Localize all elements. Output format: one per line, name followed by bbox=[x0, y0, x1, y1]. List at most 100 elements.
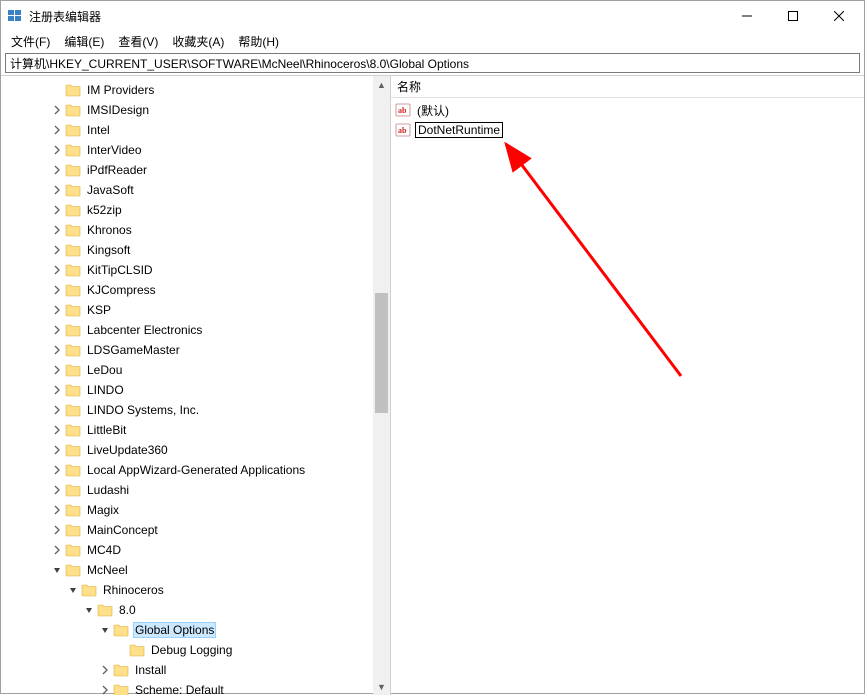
menu-favorites[interactable]: 收藏夹(A) bbox=[166, 32, 230, 51]
tree-item[interactable]: LittleBit bbox=[1, 420, 374, 440]
tree-item[interactable]: JavaSoft bbox=[1, 180, 374, 200]
tree-item-label[interactable]: LDSGameMaster bbox=[85, 342, 182, 358]
tree-item-label[interactable]: LiveUpdate360 bbox=[85, 442, 170, 458]
tree-item-label[interactable]: Install bbox=[133, 662, 168, 678]
menu-edit[interactable]: 编辑(E) bbox=[58, 32, 110, 51]
tree-item-label[interactable]: LittleBit bbox=[85, 422, 128, 438]
tree-item[interactable]: Rhinoceros bbox=[1, 580, 374, 600]
tree-item-label[interactable]: 8.0 bbox=[117, 602, 138, 618]
tree-item[interactable]: Global Options bbox=[1, 620, 374, 640]
tree-item[interactable]: Ludashi bbox=[1, 480, 374, 500]
tree-item-label[interactable]: Global Options bbox=[133, 622, 216, 638]
tree-item-label[interactable]: KJCompress bbox=[85, 282, 158, 298]
tree-item[interactable]: LINDO Systems, Inc. bbox=[1, 400, 374, 420]
tree-item[interactable]: iPdfReader bbox=[1, 160, 374, 180]
chevron-down-icon[interactable] bbox=[65, 585, 81, 595]
chevron-right-icon[interactable] bbox=[49, 445, 65, 455]
chevron-down-icon[interactable] bbox=[81, 605, 97, 615]
tree-item-label[interactable]: Kingsoft bbox=[85, 242, 132, 258]
chevron-right-icon[interactable] bbox=[49, 185, 65, 195]
tree-item-label[interactable]: Local AppWizard-Generated Applications bbox=[85, 462, 307, 478]
menu-file[interactable]: 文件(F) bbox=[5, 32, 56, 51]
tree-item[interactable]: LiveUpdate360 bbox=[1, 440, 374, 460]
chevron-right-icon[interactable] bbox=[49, 465, 65, 475]
chevron-right-icon[interactable] bbox=[49, 505, 65, 515]
address-bar[interactable]: 计算机\HKEY_CURRENT_USER\SOFTWARE\McNeel\Rh… bbox=[5, 53, 860, 73]
chevron-right-icon[interactable] bbox=[49, 145, 65, 155]
tree-item-label[interactable]: Rhinoceros bbox=[101, 582, 166, 598]
chevron-right-icon[interactable] bbox=[49, 325, 65, 335]
scrollbar-up-arrow[interactable]: ▲ bbox=[373, 76, 390, 93]
scrollbar-thumb[interactable] bbox=[375, 293, 388, 413]
chevron-right-icon[interactable] bbox=[49, 385, 65, 395]
tree-item[interactable]: KJCompress bbox=[1, 280, 374, 300]
chevron-down-icon[interactable] bbox=[97, 625, 113, 635]
registry-tree[interactable]: IM Providers IMSIDesign Intel InterVideo iPd… bbox=[1, 76, 374, 695]
tree-item-label[interactable]: MC4D bbox=[85, 542, 123, 558]
tree-item[interactable]: Debug Logging bbox=[1, 640, 374, 660]
tree-item[interactable]: Magix bbox=[1, 500, 374, 520]
menu-help[interactable]: 帮助(H) bbox=[232, 32, 285, 51]
tree-item-label[interactable]: iPdfReader bbox=[85, 162, 149, 178]
tree-item[interactable]: KSP bbox=[1, 300, 374, 320]
value-row[interactable]: DotNetRuntime bbox=[391, 120, 864, 140]
scrollbar-down-arrow[interactable]: ▼ bbox=[373, 678, 390, 695]
tree-item[interactable]: McNeel bbox=[1, 560, 374, 580]
chevron-down-icon[interactable] bbox=[49, 565, 65, 575]
tree-item-label[interactable]: LINDO bbox=[85, 382, 126, 398]
tree-item[interactable]: LeDou bbox=[1, 360, 374, 380]
tree-item-label[interactable]: Khronos bbox=[85, 222, 134, 238]
chevron-right-icon[interactable] bbox=[49, 525, 65, 535]
tree-item[interactable]: LINDO bbox=[1, 380, 374, 400]
tree-item[interactable]: Labcenter Electronics bbox=[1, 320, 374, 340]
tree-item[interactable]: Local AppWizard-Generated Applications bbox=[1, 460, 374, 480]
tree-item-label[interactable]: InterVideo bbox=[85, 142, 144, 158]
tree-item-label[interactable]: IMSIDesign bbox=[85, 102, 151, 118]
tree-item[interactable]: Scheme: Default bbox=[1, 680, 374, 695]
chevron-right-icon[interactable] bbox=[49, 265, 65, 275]
tree-item[interactable]: k52zip bbox=[1, 200, 374, 220]
value-name-label[interactable]: (默认) bbox=[415, 101, 451, 120]
tree-item[interactable]: MainConcept bbox=[1, 520, 374, 540]
tree-item[interactable]: IMSIDesign bbox=[1, 100, 374, 120]
minimize-button[interactable] bbox=[724, 1, 770, 31]
chevron-right-icon[interactable] bbox=[49, 305, 65, 315]
chevron-right-icon[interactable] bbox=[49, 485, 65, 495]
tree-item-label[interactable]: Ludashi bbox=[85, 482, 131, 498]
value-name-edit-input[interactable]: DotNetRuntime bbox=[415, 122, 503, 138]
tree-item[interactable]: KitTipCLSID bbox=[1, 260, 374, 280]
value-row[interactable]: (默认) bbox=[391, 100, 864, 120]
tree-item-label[interactable]: KitTipCLSID bbox=[85, 262, 155, 278]
chevron-right-icon[interactable] bbox=[49, 345, 65, 355]
tree-item-label[interactable]: IM Providers bbox=[85, 82, 156, 98]
tree-item-label[interactable]: McNeel bbox=[85, 562, 130, 578]
tree-item[interactable]: Khronos bbox=[1, 220, 374, 240]
tree-item[interactable]: Kingsoft bbox=[1, 240, 374, 260]
chevron-right-icon[interactable] bbox=[49, 245, 65, 255]
chevron-right-icon[interactable] bbox=[49, 105, 65, 115]
chevron-right-icon[interactable] bbox=[49, 405, 65, 415]
tree-item[interactable]: Intel bbox=[1, 120, 374, 140]
close-button[interactable] bbox=[816, 1, 862, 31]
chevron-right-icon[interactable] bbox=[49, 165, 65, 175]
chevron-right-icon[interactable] bbox=[49, 285, 65, 295]
tree-item-label[interactable]: JavaSoft bbox=[85, 182, 136, 198]
tree-item[interactable]: 8.0 bbox=[1, 600, 374, 620]
chevron-right-icon[interactable] bbox=[49, 225, 65, 235]
chevron-right-icon[interactable] bbox=[49, 365, 65, 375]
tree-item-label[interactable]: Labcenter Electronics bbox=[85, 322, 204, 338]
chevron-right-icon[interactable] bbox=[97, 665, 113, 675]
tree-item[interactable]: Install bbox=[1, 660, 374, 680]
chevron-right-icon[interactable] bbox=[49, 545, 65, 555]
chevron-right-icon[interactable] bbox=[49, 425, 65, 435]
tree-item-label[interactable]: KSP bbox=[85, 302, 113, 318]
menu-view[interactable]: 查看(V) bbox=[112, 32, 164, 51]
values-header[interactable]: 名称 bbox=[391, 76, 864, 98]
tree-item-label[interactable]: Debug Logging bbox=[149, 642, 234, 658]
tree-item[interactable]: LDSGameMaster bbox=[1, 340, 374, 360]
tree-item-label[interactable]: Scheme: Default bbox=[133, 682, 226, 695]
maximize-button[interactable] bbox=[770, 1, 816, 31]
tree-item-label[interactable]: Magix bbox=[85, 502, 121, 518]
tree-vertical-scrollbar[interactable]: ▲ ▼ bbox=[373, 76, 390, 695]
tree-item[interactable]: MC4D bbox=[1, 540, 374, 560]
